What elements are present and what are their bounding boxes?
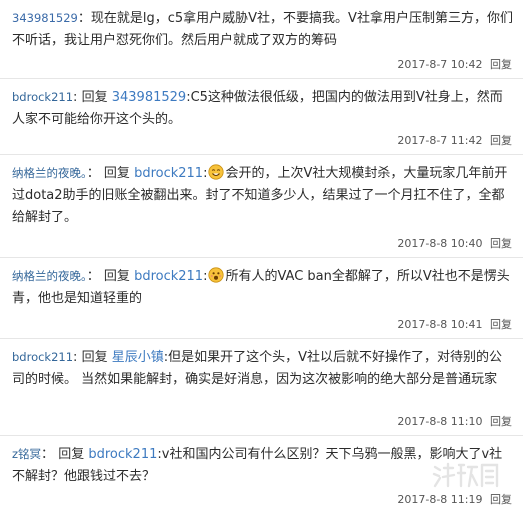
separator: : — [73, 350, 78, 365]
comment-timestamp: 2017-8-7 11:42 — [397, 134, 483, 147]
comment-meta: 2017-8-7 10:42 回复 — [397, 58, 512, 72]
comment-body: 343981529：现在就是lg，c5拿用户威胁V社，不要搞我。V社拿用户压制第… — [12, 7, 513, 52]
reply-button[interactable]: 回复 — [490, 134, 512, 147]
comment-timestamp: 2017-8-8 10:41 — [397, 318, 483, 331]
separator: ： — [86, 166, 100, 181]
comment-meta: 2017-8-8 10:40 回复 — [397, 237, 512, 251]
comment-meta: 2017-8-8 11:10 回复 — [397, 415, 512, 429]
surprised-emoji-icon — [208, 267, 225, 283]
separator: : — [73, 90, 78, 105]
comment-username[interactable]: bdrock211 — [12, 90, 73, 104]
comment-body: bdrock211: 回复 星辰小镇:但是如果开了这个头，V社以后就不好操作了，… — [12, 346, 513, 391]
reply-button[interactable]: 回复 — [490, 58, 512, 71]
comment-meta: 2017-8-7 11:42 回复 — [397, 134, 512, 148]
comment-item: bdrock211: 回复 343981529:C5这种做法很低级，把国内的做法… — [0, 79, 523, 155]
site-watermark-logo — [432, 462, 499, 488]
comment-thread: 343981529：现在就是lg，c5拿用户威胁V社，不要搞我。V社拿用户压制第… — [0, 0, 523, 513]
comment-timestamp: 2017-8-7 10:42 — [397, 58, 483, 71]
smile-emoji-icon — [208, 164, 225, 180]
reply-keyword: 回复 — [103, 166, 130, 181]
comment-username[interactable]: 纳格兰的夜晚。 — [12, 166, 87, 180]
reply-to-user[interactable]: 343981529 — [112, 90, 186, 105]
comment-meta: 2017-8-8 11:19 回复 — [397, 493, 512, 507]
comment-username[interactable]: bdrock211 — [12, 350, 73, 364]
separator: ： — [41, 447, 55, 462]
comment-text: : — [203, 166, 208, 181]
comment-item: 纳格兰的夜晚。： 回复 bdrock211: 所有人的VAC ban全都解了，所以… — [0, 258, 523, 339]
reply-to-user[interactable]: bdrock211 — [134, 269, 203, 284]
reply-to-user[interactable]: bdrock211 — [88, 447, 157, 462]
comment-username[interactable]: 纳格兰的夜晚。 — [12, 269, 87, 283]
reply-button[interactable]: 回复 — [490, 318, 512, 331]
separator: ： — [86, 269, 100, 284]
comment-timestamp: 2017-8-8 11:10 — [397, 415, 483, 428]
comment-meta: 2017-8-8 10:41 回复 — [397, 318, 512, 332]
comment-username[interactable]: z铭冥 — [12, 447, 41, 461]
comment-body: 纳格兰的夜晚。： 回复 bdrock211: 会开的，上次V社大规模封杀，大量玩家… — [12, 162, 513, 229]
reply-keyword: 回复 — [81, 90, 108, 105]
comment-timestamp: 2017-8-8 11:19 — [397, 493, 483, 506]
reply-button[interactable]: 回复 — [490, 493, 512, 506]
comment-timestamp: 2017-8-8 10:40 — [397, 237, 483, 250]
reply-to-user[interactable]: 星辰小镇 — [112, 350, 164, 365]
reply-keyword: 回复 — [81, 350, 108, 365]
comment-body: bdrock211: 回复 343981529:C5这种做法很低级，把国内的做法… — [12, 86, 513, 131]
comment-text: :v社和国内公司有什么区别？天下乌鸦一般黑，影响大了v社不解封？他跟钱过不去？ — [12, 447, 503, 484]
reply-button[interactable]: 回复 — [490, 237, 512, 250]
reply-button[interactable]: 回复 — [490, 415, 512, 428]
separator: ： — [77, 11, 91, 26]
comment-item: 纳格兰的夜晚。： 回复 bdrock211: 会开的，上次V社大规模封杀，大量玩家… — [0, 155, 523, 258]
comment-item: bdrock211: 回复 星辰小镇:但是如果开了这个头，V社以后就不好操作了，… — [0, 339, 523, 436]
reply-to-user[interactable]: bdrock211 — [134, 166, 203, 181]
reply-keyword: 回复 — [58, 447, 85, 462]
reply-keyword: 回复 — [103, 269, 130, 284]
comment-username[interactable]: 343981529 — [12, 11, 78, 25]
comment-item: 343981529：现在就是lg，c5拿用户威胁V社，不要搞我。V社拿用户压制第… — [0, 0, 523, 79]
comment-text: : — [203, 269, 208, 284]
comment-body: 纳格兰的夜晚。： 回复 bdrock211: 所有人的VAC ban全都解了，所以… — [12, 265, 513, 310]
